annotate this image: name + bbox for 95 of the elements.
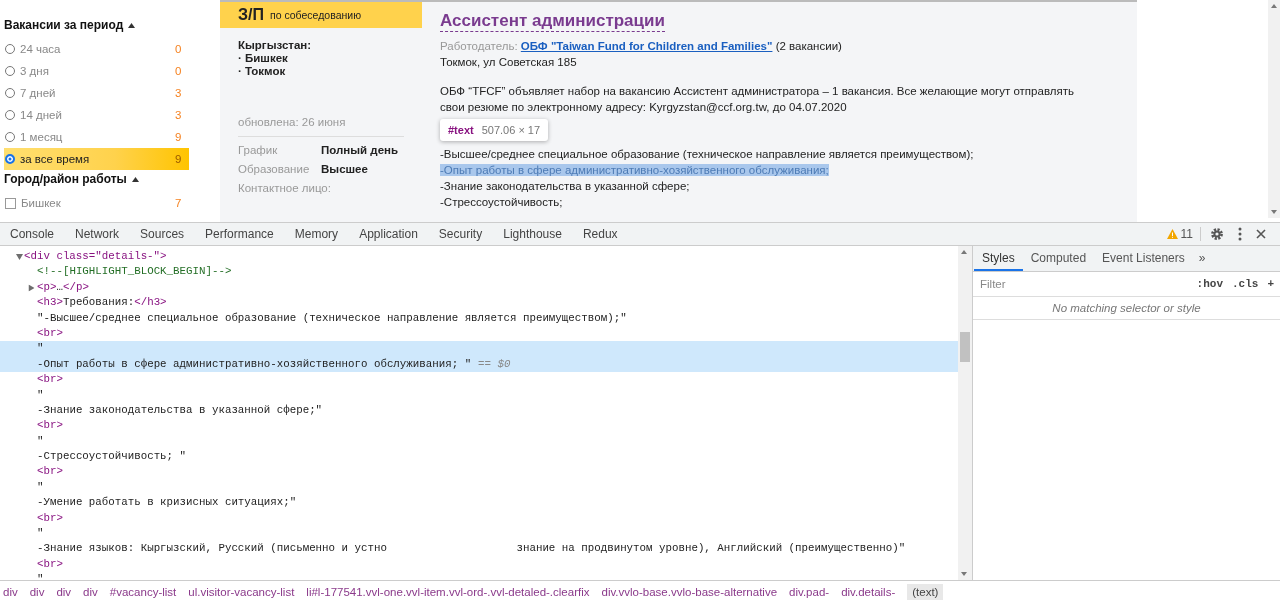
option-label: 7 дней	[20, 87, 57, 99]
dom-node[interactable]: "	[0, 387, 958, 403]
option-count: 0	[175, 43, 183, 55]
dom-node[interactable]: -Знание языков: Кыргызский, Русский (письменно и устно знание на продвинутом уровне), Английский (преимущественно)"	[0, 541, 958, 557]
option-count: 0	[175, 65, 183, 77]
employer-link[interactable]: ОБФ "Taiwan Fund for Children and Families"	[520, 40, 773, 52]
detail-value: Высшее	[321, 163, 368, 175]
code-scrollbar[interactable]	[958, 246, 972, 580]
devtools-tab[interactable]: Application	[359, 227, 418, 241]
checkbox[interactable]	[5, 197, 16, 209]
dom-node[interactable]: "-Высшее/среднее специальное образование (техническое направление является преимуществом);"	[0, 310, 958, 326]
filter-heading[interactable]: Город/район работы	[4, 172, 127, 186]
updated-date: обновлена: 26 июня	[238, 116, 404, 137]
devtools-tab[interactable]: Redux	[582, 227, 618, 241]
caret-icon[interactable]	[131, 176, 139, 182]
expand-triangle-icon[interactable]	[16, 254, 23, 260]
option-label: 3 дня	[20, 65, 50, 77]
city-label: · Токмок	[238, 65, 287, 78]
node-name: #text	[448, 123, 474, 138]
address: Токмок, ул Советская 185	[440, 55, 578, 70]
radio-button[interactable]	[5, 154, 15, 164]
devtools-tab[interactable]: Console	[10, 227, 55, 241]
devtools-tab[interactable]: Security	[438, 227, 483, 241]
vacancy-count: (2 вакансии)	[775, 40, 842, 52]
employer-label: Работодатель:	[440, 40, 518, 52]
period-option[interactable]: 14 дней 3	[4, 104, 189, 126]
dom-node[interactable]: <br>	[0, 372, 958, 388]
dom-node[interactable]: <br>	[0, 556, 958, 573]
dom-node[interactable]: "	[0, 526, 958, 542]
option-label: 14 дней	[20, 109, 63, 121]
page-scrollbar[interactable]	[1268, 0, 1280, 218]
filter-toggle[interactable]: :hov	[1196, 278, 1223, 290]
styles-pane-tab[interactable]: Styles	[974, 246, 1023, 271]
period-option[interactable]: за все время 9	[4, 148, 189, 170]
filter-heading[interactable]: Вакансии за период	[4, 18, 124, 32]
devtools-tab[interactable]: Memory	[294, 227, 339, 241]
option-label: 24 часа	[20, 43, 62, 55]
filter-toggle[interactable]: .cls	[1232, 278, 1259, 290]
requirement-line: -Знание законодательства в указанной сфере;	[440, 180, 690, 192]
more-options-icon[interactable]	[1238, 227, 1242, 241]
option-count: 9	[175, 131, 183, 143]
dom-node[interactable]: -Умение работать в кризисных ситуациях;"	[0, 495, 958, 511]
devtools-tab[interactable]: Sources	[140, 227, 185, 241]
more-tabs-button[interactable]: »	[1192, 246, 1212, 271]
caret-icon[interactable]	[128, 22, 136, 28]
dom-node[interactable]: "	[0, 341, 958, 357]
city-label: · Бишкек	[238, 52, 289, 65]
dom-node[interactable]: "	[0, 433, 958, 450]
styles-pane-tab[interactable]: Event Listeners	[1094, 246, 1193, 271]
dom-node[interactable]: <!--[HIGHLIGHT_BLOCK_BEGIN]-->	[0, 264, 958, 280]
requirement-line: -Высшее/среднее специальное образование (техническое направление является преимуществом);	[440, 148, 974, 160]
breadcrumb[interactable]: (text)	[907, 584, 944, 600]
dom-node[interactable]: <br>	[0, 418, 958, 434]
dom-node[interactable]: <br>	[0, 510, 958, 527]
period-option[interactable]: 1 месяц 9	[4, 126, 189, 148]
option-count: 3	[175, 109, 183, 121]
dom-node[interactable]: <br>	[0, 464, 958, 480]
styles-pane-tab[interactable]: Computed	[1022, 246, 1095, 271]
description: ОБФ “TFCF” объявляет набор на вакансию Ассистент администратора – 1 вакансия. Все желающие могут отправлять свои резюме по электронному адресу: Kyrgyzstan@ccf.org.tw, до 04.07.2020	[440, 84, 1075, 115]
country-label: Кыргызстан:	[238, 39, 313, 52]
dom-node[interactable]: <div class="details-">	[0, 249, 958, 265]
filter-toggle[interactable]: +	[1267, 278, 1274, 290]
dom-node[interactable]: <h3>Требования:</h3>	[0, 295, 958, 311]
period-option[interactable]: 24 часа 0	[4, 38, 189, 60]
dom-node[interactable]: <p>…</p>	[0, 279, 958, 296]
option-label: 1 месяц	[20, 131, 64, 143]
empty-styles-message: No matching selector or style	[973, 297, 1280, 320]
devtools-tab[interactable]: Lighthouse	[503, 227, 562, 241]
period-option[interactable]: 3 дня 0	[4, 60, 189, 82]
devtools-tab[interactable]: Performance	[205, 227, 274, 241]
option-count: 7	[175, 197, 183, 209]
contact-label: Контактное лицо:	[237, 182, 332, 194]
requirement-line: -Стрессоустойчивость;	[440, 196, 563, 208]
detail-value: Полный день	[321, 144, 399, 156]
devtools-tab[interactable]: Network	[75, 227, 120, 241]
option-label: Бишкек	[21, 197, 62, 209]
detail-label: График	[238, 144, 279, 156]
warning-icon[interactable]	[1166, 229, 1178, 239]
salary-note: по собеседованию	[269, 9, 362, 21]
period-option[interactable]: 7 дней 3	[4, 82, 189, 104]
salary-label: З/П	[238, 6, 264, 24]
vacancy-title[interactable]: Ассистент администрации	[440, 11, 665, 32]
node-size: 507.06 × 17	[481, 123, 541, 138]
settings-icon[interactable]	[1210, 227, 1224, 241]
option-count: 9	[175, 153, 183, 165]
option-label: за все время	[20, 153, 91, 165]
dom-node[interactable]: -Знание законодательства в указанной сфере;"	[0, 402, 958, 419]
option-count: 3	[175, 87, 183, 99]
expand-triangle-icon[interactable]	[28, 284, 35, 292]
warning-count[interactable]: 11	[1180, 227, 1193, 241]
dom-node[interactable]: -Стрессоустойчивость; "	[0, 449, 958, 465]
dom-node[interactable]: "	[0, 479, 958, 496]
close-icon[interactable]	[1256, 229, 1266, 239]
dom-node[interactable]: <br>	[0, 325, 958, 342]
detail-label: Образование	[238, 163, 311, 175]
